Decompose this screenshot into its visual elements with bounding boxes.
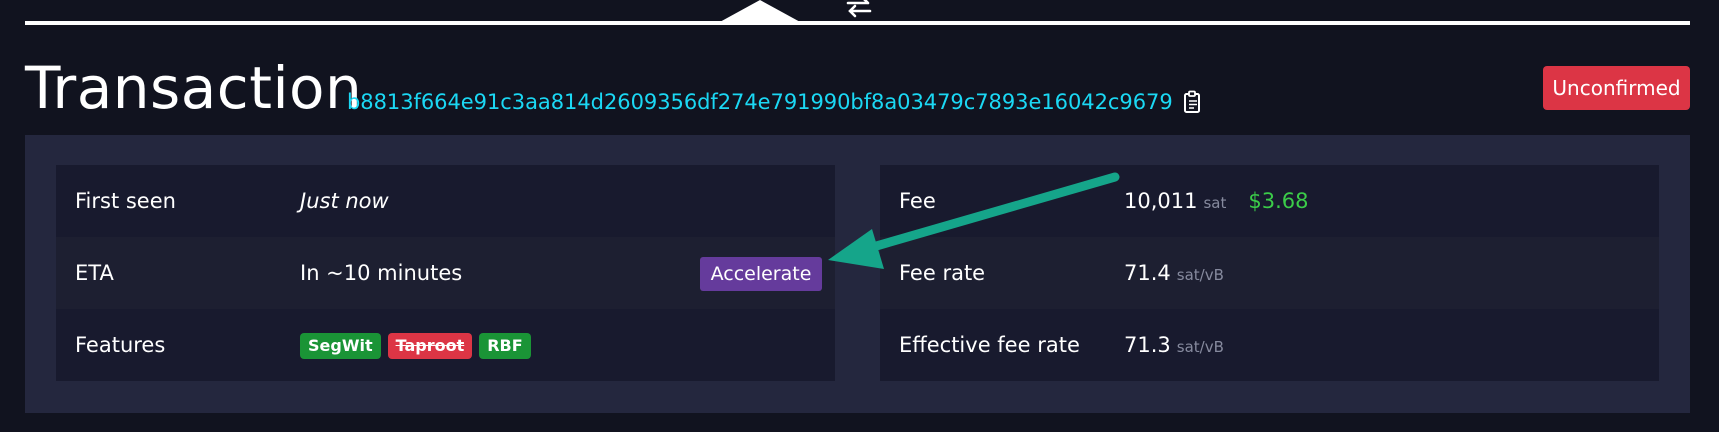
eta-label: ETA — [75, 261, 114, 285]
rbf-badge[interactable]: RBF — [479, 333, 531, 359]
fee-rate-value: 71.4 — [1124, 261, 1171, 285]
txid-container: b8813f664e91c3aa814d2609356df274e791990b… — [347, 90, 1203, 114]
fee-rate-value-wrap: 71.4 sat/vB — [1124, 237, 1224, 311]
page-title: Transaction — [25, 54, 363, 122]
feature-badges: SegWit Taproot RBF — [300, 333, 531, 359]
segwit-badge[interactable]: SegWit — [300, 333, 381, 359]
fee-rate-unit: sat/vB — [1176, 266, 1224, 284]
fee-rate-row: Fee rate 71.4 sat/vB — [880, 237, 1659, 309]
details-left: First seen Just now ETA In ~10 minutes A… — [56, 165, 835, 381]
effective-fee-rate-row: Effective fee rate 71.3 sat/vB — [880, 309, 1659, 381]
features-label: Features — [75, 333, 166, 357]
fee-fiat: $3.68 — [1248, 189, 1309, 213]
eta-row: ETA In ~10 minutes Accelerate — [56, 237, 835, 309]
effective-fee-rate-unit: sat/vB — [1176, 338, 1224, 356]
clipboard-icon[interactable] — [1183, 90, 1203, 114]
eta-value: In ~10 minutes — [300, 261, 463, 285]
effective-fee-rate-value: 71.3 — [1124, 333, 1171, 357]
effective-fee-rate-label: Effective fee rate — [899, 333, 1080, 357]
first-seen-value: Just now — [300, 189, 389, 213]
taproot-badge[interactable]: Taproot — [387, 333, 473, 359]
features-row: Features SegWit Taproot RBF — [56, 309, 835, 381]
first-seen-label: First seen — [75, 189, 176, 213]
fee-rate-label: Fee rate — [899, 261, 986, 285]
fee-value-wrap: 10,011 sat $3.68 — [1124, 165, 1309, 239]
status-badge[interactable]: Unconfirmed — [1543, 66, 1690, 110]
effective-fee-rate-value-wrap: 71.3 sat/vB — [1124, 309, 1224, 383]
details-right: Fee 10,011 sat $3.68 Fee rate 71.4 sat/vB E… — [880, 165, 1659, 381]
swap-arrows-icon[interactable] — [846, 0, 872, 18]
top-divider — [25, 21, 1690, 25]
txid-link[interactable]: b8813f664e91c3aa814d2609356df274e791990b… — [347, 90, 1173, 114]
fee-unit: sat — [1203, 194, 1227, 212]
tab-notch — [718, 0, 802, 23]
fee-label: Fee — [899, 189, 936, 213]
fee-row: Fee 10,011 sat $3.68 — [880, 165, 1659, 237]
details-panel: First seen Just now ETA In ~10 minutes A… — [25, 135, 1690, 413]
accelerate-button[interactable]: Accelerate — [700, 257, 822, 291]
fee-value: 10,011 — [1124, 189, 1198, 213]
first-seen-row: First seen Just now — [56, 165, 835, 237]
